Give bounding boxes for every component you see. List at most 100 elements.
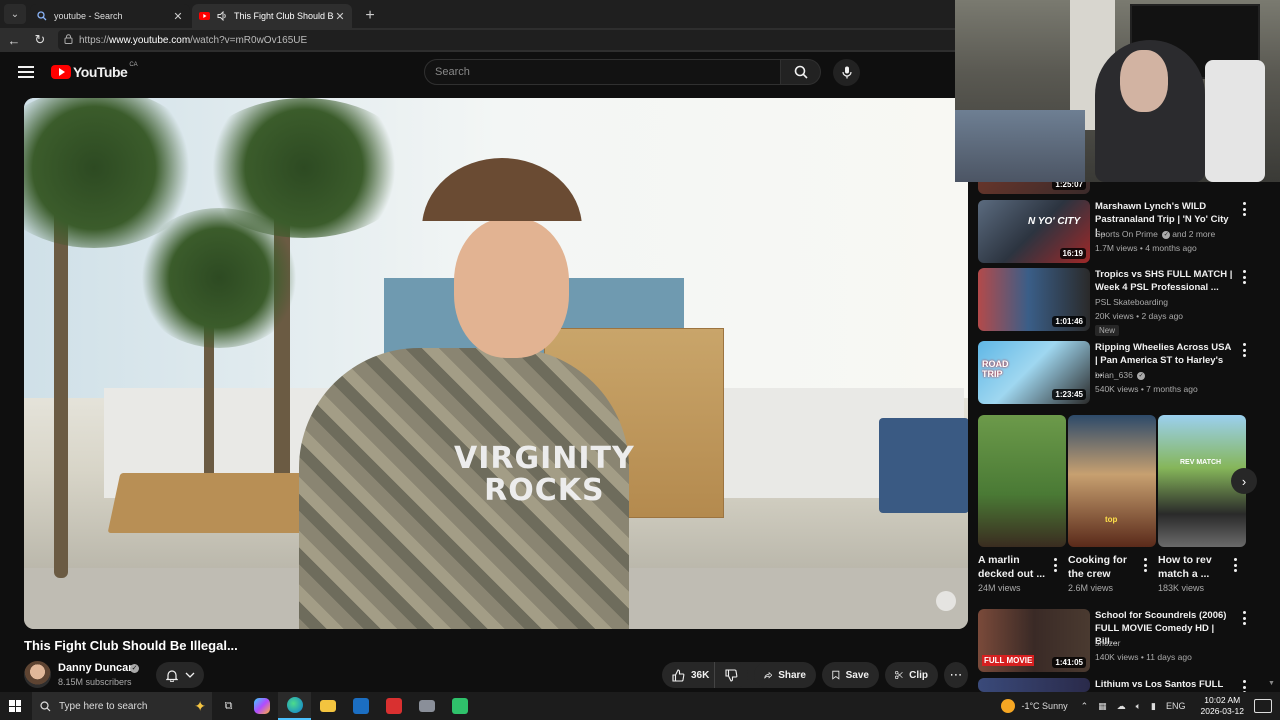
shorts-next-button[interactable]: › [1231,468,1257,494]
channel-watermark-icon[interactable] [936,591,956,611]
video-thumbnail[interactable]: N YO' CITY 16:19 [978,200,1090,263]
more-vertical-icon[interactable] [1240,270,1248,284]
new-tab-button[interactable]: + [358,4,382,28]
short-item[interactable]: A marlin decked out ... 24M views [978,415,1066,593]
tab-youtube-search[interactable]: youtube - Search ✕ [30,4,190,28]
voice-search-button[interactable] [833,59,860,86]
thumbnail-text: REV MATCH [1180,459,1222,466]
clock-time: 10:02 AM [1204,695,1241,705]
short-title[interactable]: A marlin decked out ... [978,553,1050,581]
short-title[interactable]: How to rev match a ... [1158,553,1230,581]
task-view-button[interactable]: ⧉ [212,692,245,720]
subscribed-notifications-button[interactable] [156,662,204,688]
start-button[interactable] [0,692,30,720]
channel-name[interactable]: brian_636 ✓ [1095,370,1147,380]
microphone-icon[interactable]: ▮ [1151,701,1156,712]
thumbnail-text: ROAD TRIP [982,359,1009,379]
video-thumbnail[interactable]: 1:01:46 [978,268,1090,331]
search-input[interactable] [435,66,780,78]
short-thumbnail[interactable]: top [1068,415,1156,547]
list-item[interactable]: ROAD TRIP 1:23:45 Ripping Wheelies Acros… [978,341,1278,405]
shorts-shelf: A marlin decked out ... 24M views top Co… [978,415,1257,605]
tab-title: This Fight Club Should Be Illegal [234,11,334,21]
video-title[interactable]: Lithium vs Los Santos FULL [1095,678,1233,691]
more-vertical-icon[interactable] [1240,202,1248,216]
tab-actions-menu-button[interactable]: ⌄ [4,4,26,24]
youtube-play-icon [51,65,71,79]
menu-icon[interactable] [16,62,36,82]
more-horizontal-icon: ⋯ [949,667,963,682]
clip-button[interactable]: Clip [885,662,938,688]
close-icon[interactable]: ✕ [334,10,346,23]
more-actions-button[interactable]: ⋯ [944,662,968,688]
channel-name[interactable]: Sports On Prime ✓ and 2 more [1095,229,1215,239]
taskbar-file-explorer[interactable] [311,692,344,720]
taskbar-outlook[interactable] [344,692,377,720]
list-item[interactable]: Lithium vs Los Santos FULL [978,678,1278,692]
dislike-button[interactable] [714,662,748,688]
more-vertical-icon[interactable] [1240,343,1248,357]
video-title[interactable]: Tropics vs SHS FULL MATCH | Week 4 PSL P… [1095,268,1233,294]
video-meta: 140K views • 11 days ago [1095,652,1192,662]
gift-icon [385,698,402,714]
refresh-button[interactable]: ↻ [28,28,52,52]
chevron-down-icon [185,672,194,678]
channel-name[interactable]: Danny Duncan [58,662,135,674]
clock-date: 2026-03-12 [1200,706,1244,716]
lock-icon [64,34,73,46]
tab-current-video[interactable]: This Fight Club Should Be Illegal ✕ [192,4,352,28]
weather-sun-icon[interactable] [1001,699,1016,713]
video-frame-shirt-text: VIRGINITY ROCKS [454,441,635,508]
duration-badge: 1:01:46 [1052,316,1086,327]
scrollbar-down-arrow[interactable]: ▼ [1268,680,1275,687]
channel-name[interactable]: shozer [1095,638,1121,648]
video-thumbnail[interactable]: ROAD TRIP 1:23:45 [978,341,1090,404]
short-item[interactable]: top Cooking for the crew 2.6M views [1068,415,1156,593]
language-indicator[interactable]: ENG [1166,701,1186,711]
taskbar-search[interactable]: Type here to search ✦ [32,692,212,720]
short-title[interactable]: Cooking for the crew [1068,553,1140,581]
more-vertical-icon[interactable] [1051,558,1059,572]
channel-name[interactable]: PSL Skateboarding [1095,297,1168,307]
duration-badge: 16:19 [1059,248,1086,259]
list-item[interactable]: N YO' CITY 16:19 Marshawn Lynch's WILD P… [978,200,1278,264]
copilot-icon [253,698,270,714]
channel-avatar[interactable] [24,661,51,688]
list-item[interactable]: FULL MOVIE 1:41:05 School for Scoundrels… [978,609,1278,673]
list-item[interactable]: 1:01:46 Tropics vs SHS FULL MATCH | Week… [978,268,1278,336]
duration-badge: 1:41:05 [1052,657,1086,668]
taskbar-gift-app[interactable] [377,692,410,720]
taskbar-monitor-app[interactable] [410,692,443,720]
taskbar-edge[interactable] [278,692,311,720]
more-vertical-icon[interactable] [1141,558,1149,572]
url-field[interactable]: https://www.youtube.com/watch?v=mR0wOv16… [58,30,958,50]
cloud-icon[interactable]: ☁ [1117,701,1126,712]
youtube-logo[interactable]: YouTube CA [51,62,138,80]
search-button[interactable] [781,59,821,85]
folder-icon [319,700,336,712]
more-vertical-icon[interactable] [1240,611,1248,625]
volume-icon[interactable]: 🔈︎ [1136,701,1141,712]
short-thumbnail[interactable] [978,415,1066,547]
video-thumbnail[interactable]: FULL MOVIE 1:41:05 [978,609,1090,672]
chevron-up-icon[interactable]: ⌃ [1081,701,1089,712]
url-domain: www.youtube.com [109,34,191,46]
save-button[interactable]: Save [822,662,879,688]
video-player[interactable]: VIRGINITY ROCKS [24,98,968,629]
taskbar-copilot[interactable] [245,692,278,720]
more-vertical-icon[interactable] [1240,680,1248,692]
short-item[interactable]: REV MATCH How to rev match a ... 183K vi… [1158,415,1246,593]
video-thumbnail[interactable] [978,678,1090,692]
weather-text[interactable]: -1°C Sunny [1021,701,1067,711]
search-box[interactable] [424,59,781,85]
more-vertical-icon[interactable] [1231,558,1239,572]
edge-icon [286,697,303,713]
speaker-icon[interactable] [216,10,228,22]
share-button[interactable]: Share [754,662,816,688]
close-icon[interactable]: ✕ [172,10,184,23]
notification-icon[interactable] [1254,699,1272,713]
taskbar-green-app[interactable] [443,692,476,720]
clock[interactable]: 10:02 AM 2026-03-12 [1201,695,1244,717]
back-button[interactable]: ← [2,28,26,52]
network-icon[interactable]: ▦ [1098,701,1107,712]
